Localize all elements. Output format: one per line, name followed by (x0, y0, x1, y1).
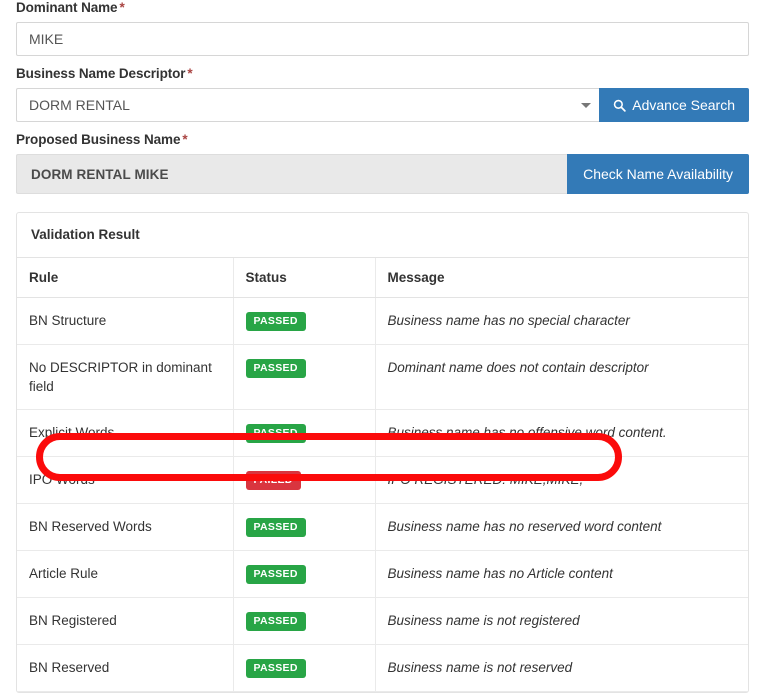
cell-rule: Article Rule (17, 550, 233, 597)
validation-result-panel: Validation Result Rule Status Message BN… (16, 212, 749, 693)
required-asterisk: * (119, 0, 124, 15)
table-row: BN Reserved PASSED Business name is not … (17, 644, 748, 691)
column-header-status: Status (233, 258, 375, 298)
validation-result-body: BN Structure PASSED Business name has no… (17, 298, 748, 692)
proposed-business-name-value: DORM RENTAL MIKE (31, 167, 169, 182)
cell-message: Dominant name does not contain descripto… (375, 344, 748, 409)
search-icon (613, 99, 626, 112)
spacer (16, 122, 749, 132)
check-name-availability-button[interactable]: Check Name Availability (567, 154, 749, 194)
cell-status: PASSED (233, 409, 375, 456)
business-name-descriptor-field-group: Business Name Descriptor* DORM RENTAL Ad… (16, 66, 749, 122)
cell-rule: Explicit Words (17, 409, 233, 456)
business-name-descriptor-label: Business Name Descriptor* (16, 66, 749, 82)
business-name-descriptor-label-text: Business Name Descriptor (16, 66, 185, 81)
check-name-availability-button-label: Check Name Availability (583, 154, 733, 194)
validation-result-table: Rule Status Message BN Structure PASSED … (17, 258, 748, 692)
status-badge: PASSED (246, 612, 306, 631)
status-badge: PASSED (246, 424, 306, 443)
proposed-business-name-label: Proposed Business Name* (16, 132, 749, 148)
dominant-name-field-group: Dominant Name* (16, 0, 749, 56)
column-header-rule: Rule (17, 258, 233, 298)
spacer (16, 56, 749, 66)
validation-result-title: Validation Result (17, 213, 748, 258)
cell-rule: BN Registered (17, 597, 233, 644)
descriptor-input-group: DORM RENTAL Advance Search (16, 88, 749, 122)
cell-status: PASSED (233, 298, 375, 345)
status-badge: PASSED (246, 565, 306, 584)
dominant-name-input[interactable] (16, 22, 749, 56)
table-row: Explicit Words PASSED Business name has … (17, 409, 748, 456)
table-header-row: Rule Status Message (17, 258, 748, 298)
business-name-descriptor-select[interactable]: DORM RENTAL (16, 88, 599, 122)
cell-rule: BN Structure (17, 298, 233, 345)
cell-message: Business name has no Article content (375, 550, 748, 597)
table-row: No DESCRIPTOR in dominant field PASSED D… (17, 344, 748, 409)
required-asterisk: * (187, 66, 192, 81)
required-asterisk: * (182, 132, 187, 147)
business-name-validation-page: Dominant Name* Business Name Descriptor*… (0, 0, 765, 639)
cell-rule: BN Reserved Words (17, 503, 233, 550)
chevron-down-icon (581, 103, 591, 108)
cell-message: Business name is not reserved (375, 644, 748, 691)
cell-rule: IPO Words (17, 456, 233, 503)
cell-message: Business name has no offensive word cont… (375, 409, 748, 456)
table-row: BN Reserved Words PASSED Business name h… (17, 503, 748, 550)
cell-status: FAILED (233, 456, 375, 503)
table-row-ipo-words: IPO Words FAILED IPO REGISTERED: MIKE,MI… (17, 456, 748, 503)
cell-status: PASSED (233, 644, 375, 691)
table-row: BN Structure PASSED Business name has no… (17, 298, 748, 345)
table-header: Rule Status Message (17, 258, 748, 298)
table-row: Article Rule PASSED Business name has no… (17, 550, 748, 597)
table-row: BN Registered PASSED Business name is no… (17, 597, 748, 644)
status-badge: PASSED (246, 659, 306, 678)
cell-rule: BN Reserved (17, 644, 233, 691)
cell-message: Business name is not registered (375, 597, 748, 644)
status-badge: PASSED (246, 518, 306, 537)
cell-message: Business name has no special character (375, 298, 748, 345)
cell-rule: No DESCRIPTOR in dominant field (17, 344, 233, 409)
proposed-business-name-readonly-box: DORM RENTAL MIKE (16, 154, 567, 194)
cell-status: PASSED (233, 503, 375, 550)
proposed-business-name-label-text: Proposed Business Name (16, 132, 180, 147)
proposed-business-name-field-group: Proposed Business Name* DORM RENTAL MIKE… (16, 132, 749, 194)
status-badge: PASSED (246, 312, 306, 331)
cell-message: Business name has no reserved word conte… (375, 503, 748, 550)
dominant-name-label: Dominant Name* (16, 0, 749, 16)
status-badge: FAILED (246, 471, 301, 490)
cell-status: PASSED (233, 597, 375, 644)
cell-status: PASSED (233, 550, 375, 597)
advance-search-button[interactable]: Advance Search (599, 88, 749, 122)
advance-search-button-label: Advance Search (632, 88, 735, 122)
column-header-message: Message (375, 258, 748, 298)
dominant-name-label-text: Dominant Name (16, 0, 117, 15)
status-badge: PASSED (246, 359, 306, 378)
proposed-business-name-row: DORM RENTAL MIKE Check Name Availability (16, 154, 749, 194)
descriptor-selected-value: DORM RENTAL (17, 89, 599, 121)
cell-status: PASSED (233, 344, 375, 409)
cell-message: IPO REGISTERED: MIKE,MIKE, (375, 456, 748, 503)
